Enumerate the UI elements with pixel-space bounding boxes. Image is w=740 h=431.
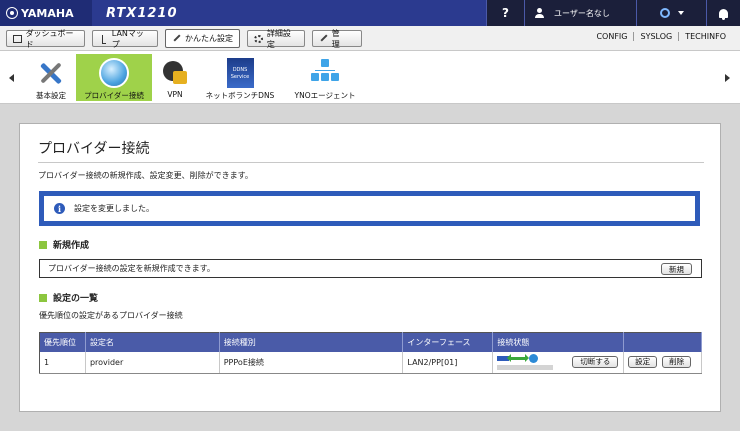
tab-management[interactable]: 管 理	[312, 28, 362, 49]
tab-lan-map[interactable]: LANマップ	[92, 28, 158, 49]
connection-detail-redacted	[497, 364, 554, 370]
top-header: YAMAHA RTX1210 ? ユーザー名なし	[0, 0, 740, 26]
yamaha-logo: YAMAHA	[0, 0, 92, 26]
section-heading-list: 設定の一覧	[39, 291, 98, 304]
menu-item-label: YNOエージェント	[294, 91, 356, 100]
interface-cell: LAN2/PP[01]	[402, 351, 494, 374]
name-cell: provider	[85, 351, 220, 374]
menu-item-vpn[interactable]: VPN	[158, 54, 192, 101]
menu-item-label: ネットボランチDNS	[205, 91, 275, 100]
tab-advanced-settings[interactable]: 詳細設定	[247, 28, 305, 49]
bell-icon	[719, 8, 728, 20]
ddns-service-icon: DDNS Service	[226, 58, 254, 88]
model-name: RTX1210	[106, 5, 178, 21]
settings-button[interactable]: 設定	[628, 355, 658, 368]
list-description: 優先順位の設定があるプロバイダー接続	[39, 311, 183, 320]
network-icon	[310, 58, 340, 88]
section-marker-icon	[39, 293, 47, 302]
info-icon: i	[54, 203, 65, 214]
syslog-link[interactable]: SYSLOG	[633, 32, 678, 41]
success-notice: i 設定を変更しました。	[39, 191, 700, 226]
scroll-left-arrow-icon[interactable]	[9, 74, 14, 82]
tab-label: 管 理	[331, 28, 348, 49]
tab-label: ダッシュボード	[25, 28, 74, 49]
priority-cell: 1	[39, 351, 86, 374]
connection-status-icon	[497, 353, 539, 363]
type-cell: PPPoE接続	[219, 351, 404, 374]
utility-links: CONFIG SYSLOG TECHINFO	[590, 32, 732, 41]
new-connection-text: プロバイダー接続の設定を新規作成できます。	[48, 264, 215, 273]
lan-map-icon	[99, 34, 108, 44]
column-header: 接続状態	[492, 332, 625, 352]
notification-button[interactable]	[706, 0, 740, 26]
menu-item-label: プロバイダー接続	[84, 91, 144, 100]
techinfo-link[interactable]: TECHINFO	[678, 32, 732, 41]
status-menu[interactable]	[636, 0, 706, 26]
main-nav: ダッシュボード LANマップ かんたん設定 詳細設定 管 理 CONFIG SY…	[0, 26, 740, 51]
vpn-lock-icon	[160, 58, 190, 88]
tab-label: 詳細設定	[266, 28, 291, 49]
disconnect-button[interactable]: 切断する	[572, 355, 619, 368]
column-header	[623, 332, 702, 352]
table-row: 1 provider PPPoE接続 LAN2/PP[01] 切断する 設定 削…	[39, 351, 702, 374]
new-connection-box: プロバイダー接続の設定を新規作成できます。	[39, 259, 702, 278]
column-header: インターフェース	[402, 332, 494, 352]
tools-icon	[319, 34, 328, 43]
menu-item-yno-agent[interactable]: YNOエージェント	[289, 54, 361, 101]
wrench-icon	[172, 34, 181, 43]
user-icon	[535, 8, 544, 18]
column-header: 優先順位	[39, 332, 86, 352]
setup-menu: 基本設定 プロバイダー接続 VPN DDNS Service ネットボランチDN…	[0, 51, 740, 104]
notice-text: 設定を変更しました。	[74, 204, 154, 213]
column-header: 接続種別	[219, 332, 404, 352]
yamaha-logo-icon	[6, 7, 18, 19]
globe-icon	[99, 58, 129, 88]
chevron-down-icon	[677, 11, 684, 15]
config-link[interactable]: CONFIG	[590, 32, 633, 41]
menu-item-basic-settings[interactable]: 基本設定	[29, 54, 73, 101]
user-label: ユーザー名なし	[554, 8, 610, 18]
gear-icon	[254, 34, 263, 43]
section-title: 設定の一覧	[53, 294, 99, 304]
new-button[interactable]: 新規	[661, 263, 692, 275]
user-menu[interactable]: ユーザー名なし	[524, 0, 636, 26]
delete-button[interactable]: 削除	[662, 355, 692, 368]
provider-table: 優先順位 設定名 接続種別 インターフェース 接続状態 1 provider P…	[39, 332, 702, 374]
tools-icon	[36, 58, 66, 88]
help-button[interactable]: ?	[486, 0, 524, 26]
column-header: 設定名	[85, 332, 220, 352]
table-header-row: 優先順位 設定名 接続種別 インターフェース 接続状態	[39, 332, 702, 352]
dashboard-icon	[13, 34, 22, 43]
section-marker-icon	[39, 240, 47, 249]
ddns-icon-subtext: Service	[230, 74, 250, 80]
status-ring-icon	[659, 8, 670, 18]
internet-globe-icon	[529, 353, 539, 363]
brand-name: YAMAHA	[21, 6, 74, 20]
menu-item-netvolante-dns[interactable]: DDNS Service ネットボランチDNS	[200, 54, 280, 101]
ddns-icon-text: DDNS	[232, 67, 248, 73]
page-description: プロバイダー接続の新規作成、設定変更、削除ができます。	[38, 171, 253, 180]
tab-label: かんたん設定	[185, 34, 233, 43]
actions-cell: 設定 削除	[623, 351, 702, 374]
status-cell: 切断する	[492, 351, 625, 374]
menu-item-provider-connection[interactable]: プロバイダー接続	[76, 54, 152, 101]
bidirectional-arrow-icon	[507, 353, 530, 362]
content-panel: プロバイダー接続 プロバイダー接続の新規作成、設定変更、削除ができます。 i 設…	[19, 123, 721, 412]
section-title: 新規作成	[53, 241, 90, 251]
tab-label: LANマップ	[111, 28, 144, 49]
menu-item-label: VPN	[167, 90, 183, 99]
menu-item-label: 基本設定	[36, 91, 66, 100]
tab-easy-setup[interactable]: かんたん設定	[165, 29, 240, 48]
tab-dashboard[interactable]: ダッシュボード	[6, 28, 85, 49]
section-heading-new: 新規作成	[39, 238, 89, 251]
page-title: プロバイダー接続	[38, 141, 150, 157]
scroll-right-arrow-icon[interactable]	[725, 74, 730, 82]
title-divider	[38, 162, 704, 163]
